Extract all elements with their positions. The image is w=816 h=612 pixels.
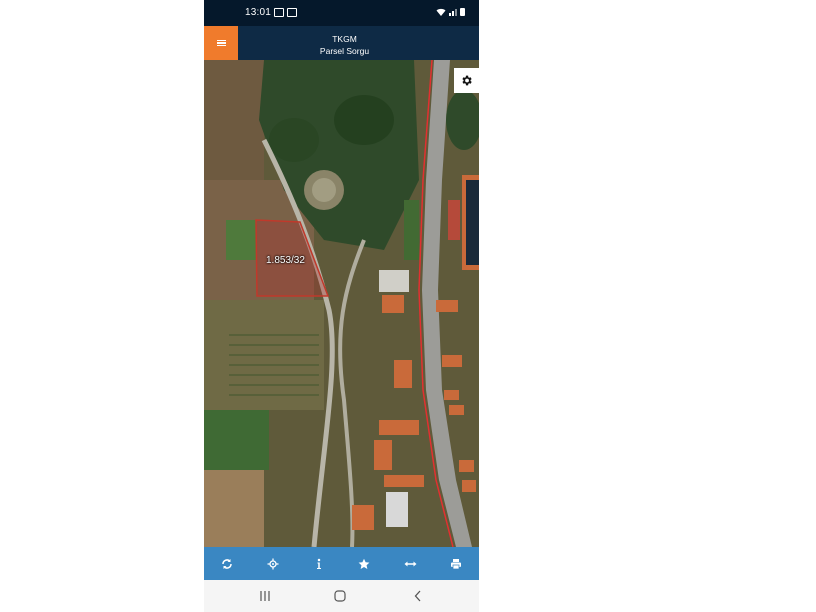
app-header: TKGM Parsel Sorgu — [204, 26, 479, 60]
print-button[interactable] — [441, 549, 471, 579]
menu-button[interactable] — [204, 26, 238, 60]
satellite-map[interactable]: 1.853/32 — [204, 60, 479, 547]
hamburger-icon — [216, 39, 226, 47]
status-time: 13:01 — [245, 7, 272, 18]
wifi-icon — [436, 8, 446, 16]
back-button[interactable] — [408, 588, 428, 604]
notification-icons — [274, 8, 297, 17]
measure-button[interactable] — [395, 549, 425, 579]
recent-apps-icon — [260, 591, 270, 601]
parcel-label[interactable]: 1.853/32 — [266, 255, 305, 266]
status-bar: 13:01 — [204, 0, 479, 26]
bottom-toolbar — [204, 547, 479, 580]
back-icon — [414, 590, 421, 602]
measure-icon — [404, 561, 417, 566]
app-notification-icon — [287, 8, 297, 17]
print-icon — [451, 558, 462, 569]
recent-apps-button[interactable] — [255, 588, 275, 604]
info-icon — [316, 558, 321, 569]
system-navigation-bar — [204, 580, 479, 612]
satellite-imagery — [204, 60, 479, 547]
app-title: TKGM — [332, 34, 357, 44]
favorite-button[interactable] — [349, 549, 379, 579]
home-icon — [334, 590, 346, 602]
locate-icon — [267, 558, 279, 569]
star-icon — [358, 558, 370, 569]
home-button[interactable] — [330, 588, 350, 604]
refresh-button[interactable] — [212, 549, 242, 579]
app-subtitle: Parsel Sorgu — [319, 46, 370, 56]
battery-icon — [460, 8, 465, 16]
phone-screen: 13:01 TKGM Parsel Sorgu 1.853/32 — [204, 0, 479, 612]
status-indicators — [436, 8, 465, 16]
refresh-icon — [222, 558, 232, 569]
signal-icon — [449, 9, 457, 16]
settings-button[interactable] — [454, 68, 479, 93]
gallery-notification-icon — [274, 8, 284, 17]
locate-button[interactable] — [258, 549, 288, 579]
info-button[interactable] — [304, 549, 334, 579]
gear-icon — [462, 75, 472, 86]
